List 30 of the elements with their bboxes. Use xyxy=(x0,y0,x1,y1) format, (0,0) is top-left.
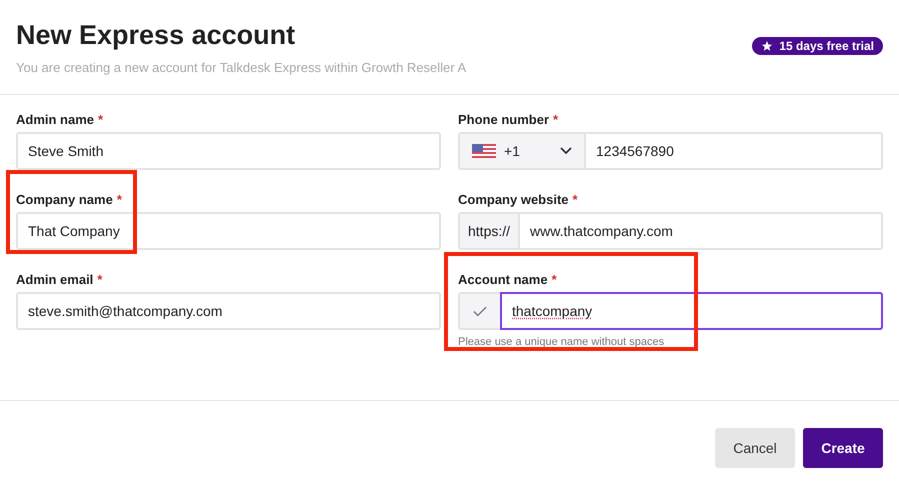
field-label: Company website xyxy=(458,192,569,208)
field-label: Phone number xyxy=(458,112,550,128)
input-field[interactable]: steve.smith@thatcompany.com xyxy=(16,292,441,330)
input-field[interactable]: Steve Smith xyxy=(16,132,441,170)
input-field[interactable]: thatcompany xyxy=(500,292,883,330)
field-label: Company name xyxy=(16,192,113,208)
field-label: Admin name xyxy=(16,112,94,128)
field-label: Account name xyxy=(458,272,548,288)
required-mark: * xyxy=(97,272,102,288)
create-button[interactable]: Create xyxy=(803,428,883,468)
required-mark: * xyxy=(572,192,578,208)
check-icon xyxy=(473,306,487,317)
caret-icon xyxy=(560,147,572,156)
star-icon xyxy=(761,40,774,52)
field-label: Admin email xyxy=(16,272,94,288)
dialog-subtitle: You are creating a new account for Talkdesk Express within Growth Reseller A xyxy=(16,60,466,75)
badge-text: 15 days free trial xyxy=(779,39,874,53)
country-select[interactable]: +1 xyxy=(458,132,584,170)
required-mark: * xyxy=(116,192,122,208)
dialog-title: New Express account xyxy=(16,20,296,51)
input-field[interactable]: That Company xyxy=(16,212,441,250)
required-mark: * xyxy=(552,272,557,288)
field-hint: Please use a unique name without spaces xyxy=(458,336,666,348)
flag-icon xyxy=(472,144,496,158)
required-mark: * xyxy=(98,112,104,128)
input-field[interactable]: www.thatcompany.com xyxy=(518,212,883,250)
cancel-button[interactable]: Cancel xyxy=(715,428,795,468)
url-prefix: https:// xyxy=(458,212,518,250)
input-field[interactable]: 1234567890 xyxy=(584,132,883,170)
required-mark: * xyxy=(553,112,558,128)
